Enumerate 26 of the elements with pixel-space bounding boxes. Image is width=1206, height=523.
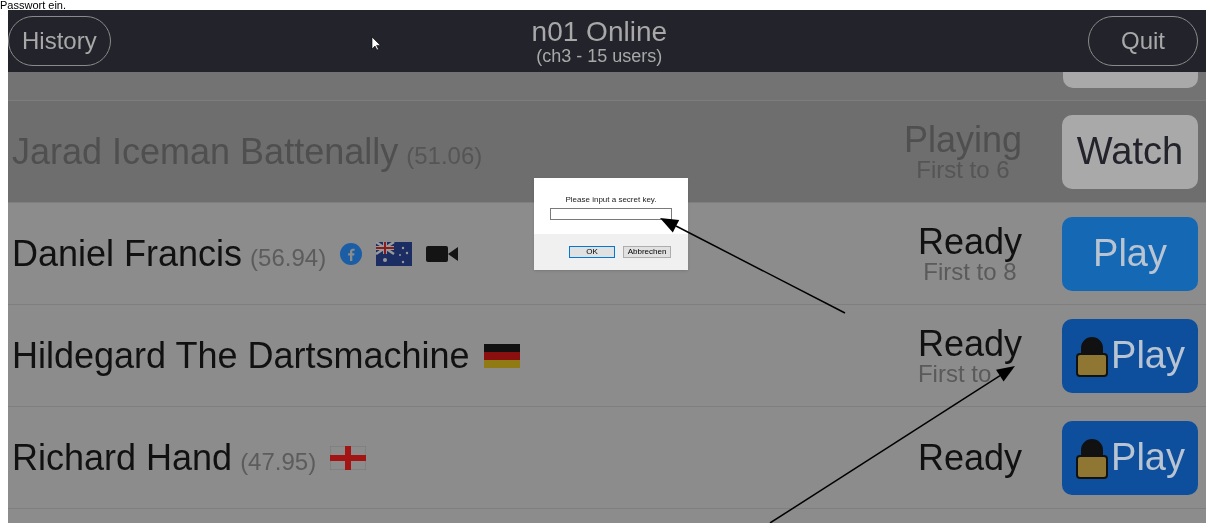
title: n01 Online bbox=[531, 17, 668, 47]
player-name: Daniel Francis bbox=[12, 231, 243, 276]
play-button[interactable]: Play bbox=[1062, 420, 1198, 495]
video-camera-icon bbox=[426, 245, 459, 262]
mouse-cursor-icon bbox=[371, 36, 381, 51]
player-name: Richard Hand bbox=[12, 435, 233, 480]
padlock-icon bbox=[1075, 334, 1110, 377]
player-name: Hildegard The Dartsmachine bbox=[12, 333, 470, 378]
instruction-text: Passwort ein. bbox=[0, 0, 67, 10]
cancel-button[interactable]: Abbrechen bbox=[623, 246, 671, 258]
watch-button[interactable]: Watch bbox=[1062, 114, 1198, 189]
flag-icon bbox=[330, 445, 367, 470]
flag-icon bbox=[376, 241, 413, 266]
padlock-icon bbox=[1075, 436, 1110, 479]
play-button[interactable]: Play bbox=[1062, 318, 1198, 393]
ok-button[interactable]: OK bbox=[569, 246, 615, 258]
status-text: Ready bbox=[917, 439, 1022, 476]
facebook-icon bbox=[340, 242, 363, 265]
status-text: Ready bbox=[917, 325, 1022, 362]
dialog-message: Please input a secret key. bbox=[565, 194, 657, 206]
secret-key-field[interactable] bbox=[550, 208, 672, 220]
flag-icon bbox=[483, 343, 520, 368]
subtitle: (ch3 - 15 users) bbox=[536, 47, 663, 65]
quit-button[interactable]: Quit bbox=[1088, 16, 1198, 66]
history-button[interactable]: History bbox=[8, 16, 111, 66]
status-text: Ready bbox=[917, 223, 1022, 260]
